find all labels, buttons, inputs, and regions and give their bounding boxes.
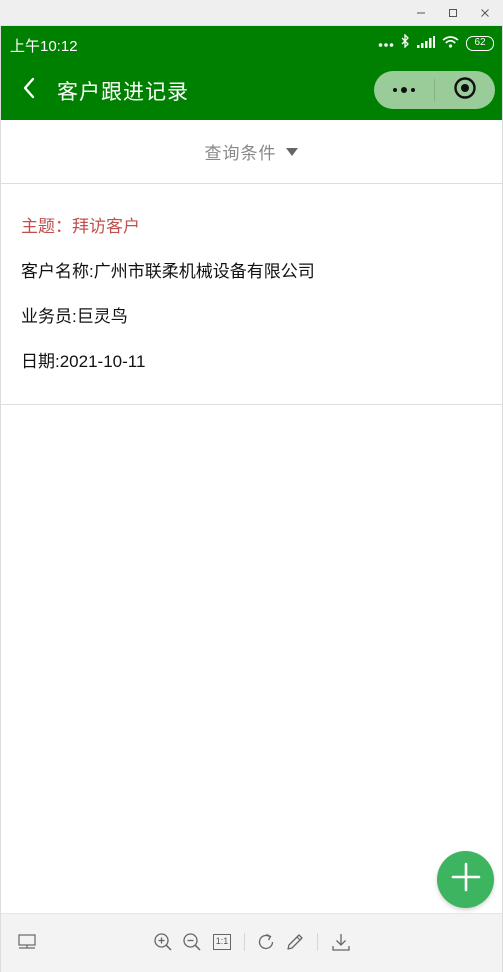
toolbar-divider [244, 933, 245, 951]
record-subject: 主题：拜访客户 [21, 217, 140, 236]
dots-icon [378, 35, 394, 53]
chevron-left-icon [22, 77, 36, 104]
back-button[interactable] [15, 76, 43, 104]
exit-button[interactable] [435, 71, 495, 109]
toolbar-divider [317, 933, 318, 951]
edit-pen-icon[interactable] [283, 930, 307, 954]
rotate-icon[interactable] [254, 930, 278, 954]
record-customer: 客户名称:广州市联柔机械设备有限公司 [21, 262, 315, 281]
filter-label: 查询条件 [204, 144, 277, 163]
zoom-in-icon[interactable] [151, 930, 175, 954]
more-button[interactable] [374, 71, 434, 109]
actual-size-icon[interactable]: 1:1 [210, 930, 234, 954]
phone-frame: 上午10:12 62 客户跟进记录 查询条件 主题：拜访客户 客户名称:广州市联… [0, 26, 503, 972]
minimize-icon[interactable] [404, 0, 438, 26]
page-title: 客户跟进记录 [57, 81, 189, 104]
bottom-toolbar: 1:1 [1, 913, 502, 972]
window-title-bar [0, 0, 503, 26]
record-salesman: 业务员:巨灵鸟 [21, 307, 128, 326]
status-bar: 上午10:12 62 [1, 26, 502, 60]
wifi-icon [442, 35, 459, 53]
signal-icon [417, 35, 435, 53]
record-date: 日期:2021-10-11 [21, 352, 146, 371]
target-circle-icon [453, 76, 477, 105]
bluetooth-icon [401, 33, 410, 53]
nav-bar: 客户跟进记录 [1, 60, 502, 120]
more-dots-icon [392, 81, 416, 99]
download-icon[interactable] [329, 930, 353, 954]
plus-icon [451, 862, 481, 897]
mini-program-capsule [374, 71, 495, 109]
maximize-icon[interactable] [436, 0, 470, 26]
layout-icon[interactable] [15, 930, 39, 954]
close-icon[interactable] [468, 0, 502, 26]
battery-icon: 62 [466, 36, 494, 51]
zoom-out-icon[interactable] [180, 930, 204, 954]
status-icons: 62 [378, 33, 494, 53]
filter-toggle[interactable]: 查询条件 [1, 120, 502, 184]
triangle-down-icon [285, 144, 299, 162]
actual-size-label: 1:1 [213, 934, 231, 950]
list-item[interactable]: 主题：拜访客户 客户名称:广州市联柔机械设备有限公司 业务员:巨灵鸟 日期:20… [1, 184, 502, 405]
add-record-button[interactable] [437, 851, 494, 908]
status-time: 上午10:12 [10, 38, 78, 55]
